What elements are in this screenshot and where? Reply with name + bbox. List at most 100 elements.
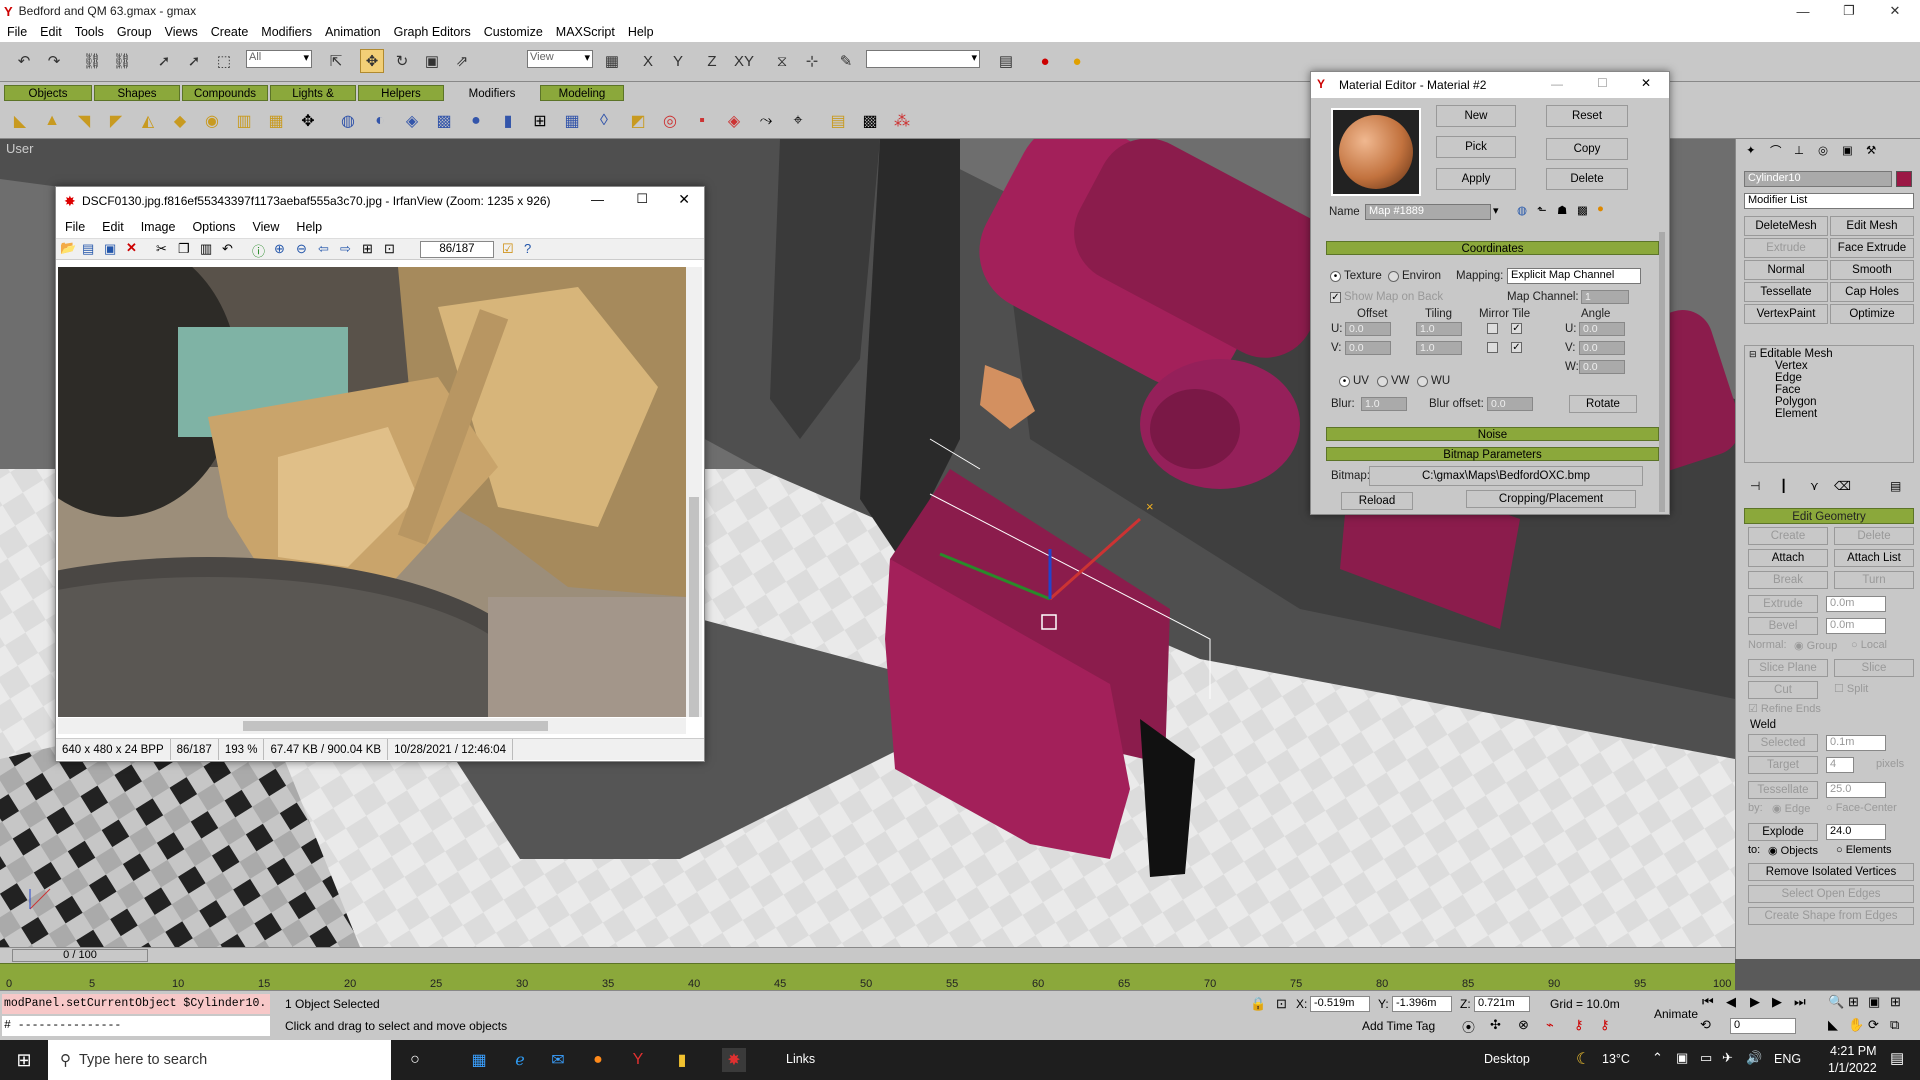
goto-start-icon[interactable]: ⏮ bbox=[1702, 994, 1714, 1010]
irfan-minimize-button[interactable]: — bbox=[591, 192, 604, 207]
store-icon[interactable]: ▦ bbox=[467, 1048, 491, 1072]
time-slider-track[interactable]: 0 / 100 bbox=[0, 947, 1735, 963]
edit-mesh-icon[interactable]: ⊞ bbox=[528, 109, 552, 133]
modifier-list-dropdown[interactable]: Modifier List bbox=[1744, 193, 1914, 209]
face-extrude-button[interactable]: Face Extrude bbox=[1830, 238, 1914, 258]
mated-minimize-button[interactable]: — bbox=[1551, 77, 1563, 91]
volume-icon[interactable]: 🔊 bbox=[1746, 1050, 1762, 1066]
bevel-button[interactable]: Bevel bbox=[1748, 617, 1818, 635]
wu-radio[interactable] bbox=[1417, 376, 1428, 387]
path-deform-icon[interactable]: ⤳ bbox=[754, 109, 778, 133]
create-geo-button[interactable]: Create bbox=[1748, 527, 1828, 545]
map-channel-field[interactable]: 1 bbox=[1581, 290, 1629, 304]
select-icon[interactable]: ➚ bbox=[152, 49, 176, 73]
explode-elements-radio[interactable]: ○ Elements bbox=[1836, 844, 1892, 856]
region-select-icon[interactable]: ⬚ bbox=[212, 49, 236, 73]
taskbar-search[interactable]: ⚲ Type here to search bbox=[48, 1040, 391, 1080]
v-mirror-checkbox[interactable] bbox=[1487, 342, 1498, 353]
play-icon[interactable]: ▶ bbox=[1750, 994, 1760, 1010]
settings-icon[interactable]: ☑ bbox=[502, 241, 514, 257]
edge-icon[interactable]: ℯ bbox=[508, 1048, 532, 1072]
texture-radio[interactable]: • bbox=[1330, 271, 1341, 282]
task-view-icon[interactable]: ○ bbox=[403, 1048, 427, 1072]
animate-button[interactable]: Animate bbox=[1654, 1007, 1698, 1021]
maxscript-listener-output[interactable]: modPanel.setCurrentObject $Cylinder10. bbox=[2, 994, 270, 1014]
configure-sets-icon[interactable]: ▤ bbox=[1890, 479, 1901, 493]
v-angle-field[interactable]: 0.0 bbox=[1579, 341, 1625, 355]
time-slider-thumb[interactable]: 0 / 100 bbox=[12, 949, 148, 962]
irfan-menu-help[interactable]: Help bbox=[296, 220, 322, 234]
object-color-swatch[interactable] bbox=[1896, 171, 1912, 187]
min-max-toggle-icon[interactable]: ⧉ bbox=[1890, 1017, 1899, 1033]
x-coord-field[interactable]: -0.519m bbox=[1310, 996, 1370, 1012]
put-to-library-icon[interactable]: ☗ bbox=[1557, 203, 1567, 217]
start-icon[interactable]: ⊞ bbox=[12, 1048, 36, 1072]
ffd-icon[interactable]: ◆ bbox=[168, 109, 192, 133]
weld-selected-button[interactable]: Selected bbox=[1748, 734, 1818, 752]
bluetooth-icon[interactable]: ✈ bbox=[1722, 1050, 1733, 1066]
hierarchy-panel-icon[interactable]: ⊥ bbox=[1794, 143, 1804, 157]
zoom-in-icon[interactable]: ⊕ bbox=[274, 241, 285, 257]
slice-plane-button[interactable]: Slice Plane bbox=[1748, 659, 1828, 677]
irfan-menu-image[interactable]: Image bbox=[141, 220, 176, 234]
minimize-button[interactable]: — bbox=[1780, 0, 1826, 22]
uvw-map-icon[interactable]: ◍ bbox=[336, 109, 360, 133]
undo-icon[interactable]: ↶ bbox=[12, 49, 36, 73]
zoom-out-icon[interactable]: ⊖ bbox=[296, 241, 307, 257]
menu-views[interactable]: Views bbox=[165, 25, 198, 39]
weld-target-spinner[interactable]: 4 bbox=[1826, 757, 1854, 773]
horizontal-scrollbar[interactable] bbox=[58, 718, 686, 734]
stretch-icon[interactable]: ◭ bbox=[136, 109, 160, 133]
motion-panel-icon[interactable]: ◎ bbox=[1818, 143, 1828, 157]
restore-button[interactable]: ❐ bbox=[1826, 0, 1872, 22]
key-mode-icon[interactable]: ⟲ bbox=[1700, 1017, 1711, 1033]
cap-holes-button[interactable]: Cap Holes bbox=[1830, 282, 1914, 302]
poly-select-icon[interactable]: ▩ bbox=[432, 109, 456, 133]
slideshow-icon[interactable]: ▤ bbox=[82, 241, 94, 257]
bevel-icon[interactable]: ▪ bbox=[690, 109, 714, 133]
irfan-menu-view[interactable]: View bbox=[253, 220, 280, 234]
reload-button[interactable]: Reload bbox=[1341, 492, 1413, 510]
xform-icon[interactable]: ✥ bbox=[296, 109, 320, 133]
bevel-spinner[interactable]: 0.0m bbox=[1826, 618, 1886, 634]
absolute-mode-icon[interactable]: ⊡ bbox=[1276, 996, 1287, 1012]
fov-icon[interactable]: ◣ bbox=[1828, 1017, 1838, 1033]
named-sel-icon[interactable]: ✎ bbox=[834, 49, 858, 73]
delete-icon[interactable]: ✕ bbox=[126, 240, 137, 256]
named-selection-dropdown[interactable] bbox=[866, 50, 980, 68]
show-map-on-back-checkbox[interactable]: ✓ bbox=[1330, 292, 1341, 303]
ripple-icon[interactable]: ▦ bbox=[264, 109, 288, 133]
cut-icon[interactable]: ✂ bbox=[156, 241, 167, 257]
sphere-icon[interactable]: ● bbox=[464, 109, 488, 133]
zoom-icon[interactable]: 🔍 bbox=[1828, 994, 1844, 1010]
mated-close-button[interactable]: ✕ bbox=[1641, 76, 1651, 90]
delete-geo-button[interactable]: Delete bbox=[1834, 527, 1914, 545]
tess-edge-radio[interactable]: ◉ Edge bbox=[1772, 802, 1810, 815]
show-end-result-icon[interactable]: ┃ bbox=[1780, 479, 1787, 493]
create-shape-from-edges-button[interactable]: Create Shape from Edges bbox=[1748, 907, 1914, 925]
modify-panel-icon[interactable]: ⌒ bbox=[1770, 143, 1782, 159]
prev-icon[interactable]: ⇦ bbox=[318, 241, 329, 257]
snap-toggle-icon[interactable]: ⦿ bbox=[1462, 1017, 1475, 1036]
object-name-field[interactable]: Cylinder10 bbox=[1744, 171, 1892, 187]
smooth-button[interactable]: Smooth bbox=[1830, 260, 1914, 280]
blur-offset-field[interactable]: 0.0 bbox=[1487, 397, 1533, 411]
tessellate-geo-button[interactable]: Tessellate bbox=[1748, 781, 1818, 799]
manipulate-icon[interactable]: ⇗ bbox=[450, 49, 474, 73]
goto-end-icon[interactable]: ⏭ bbox=[1794, 994, 1806, 1010]
rotate-button[interactable]: Rotate bbox=[1569, 395, 1637, 413]
tab-lights-cameras[interactable]: Lights & Cameras bbox=[270, 85, 356, 116]
percent-snap-icon[interactable]: ⊗ bbox=[1518, 1017, 1529, 1033]
y-coord-field[interactable]: -1.396m bbox=[1392, 996, 1452, 1012]
track-view-icon[interactable]: ▤ bbox=[994, 49, 1018, 73]
u-tiling-field[interactable]: 1.0 bbox=[1416, 322, 1462, 336]
v-tile-checkbox[interactable]: ✓ bbox=[1511, 342, 1522, 353]
close-button[interactable]: ✕ bbox=[1872, 0, 1918, 22]
tab-modeling[interactable]: Modeling bbox=[540, 85, 624, 101]
page-number-box[interactable]: 86/187 bbox=[420, 241, 494, 258]
tessellate-spinner[interactable]: 25.0 bbox=[1826, 782, 1886, 798]
material-editor-icon[interactable]: ● bbox=[1065, 49, 1089, 73]
split-checkbox[interactable]: ☐ Split bbox=[1834, 682, 1868, 695]
go-sibling-icon[interactable]: ⬑ bbox=[1537, 203, 1547, 217]
key-filter-icon[interactable]: ⚷ bbox=[1600, 1017, 1610, 1033]
